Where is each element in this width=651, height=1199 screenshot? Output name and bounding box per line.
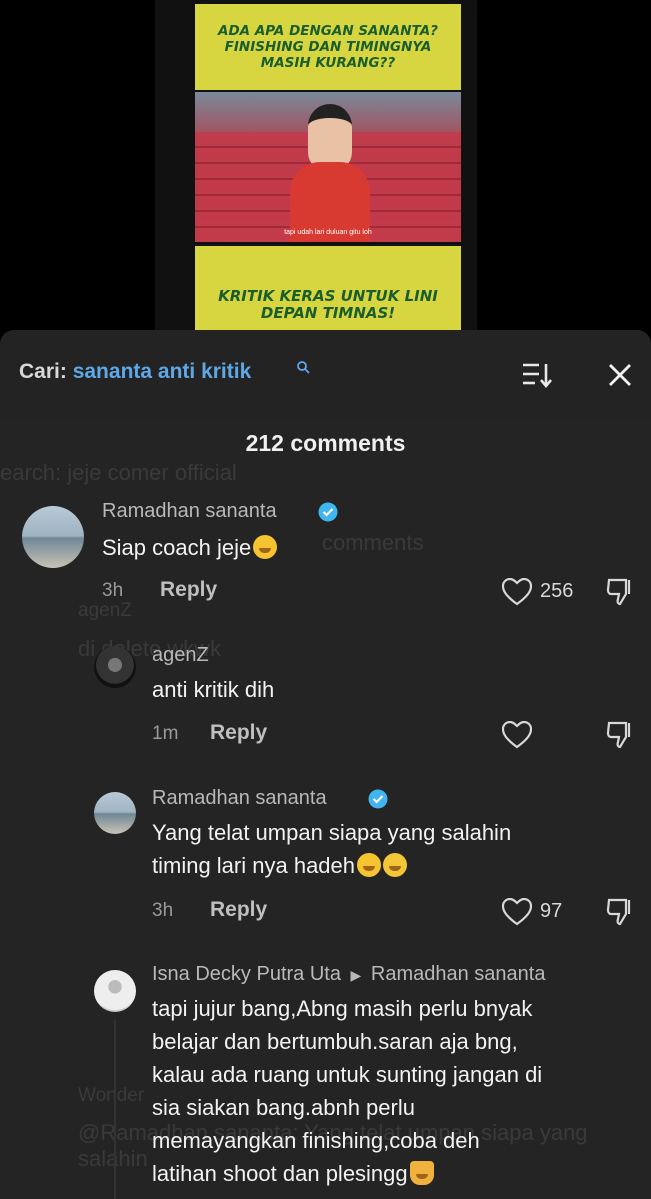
ghost-search: earch: jeje comer official	[0, 460, 237, 485]
comment-text: Siap coach jeje	[102, 531, 278, 564]
heart-icon[interactable]	[502, 898, 532, 926]
search-bar[interactable]: Cari: sananta anti kritik	[0, 330, 651, 418]
comment-username[interactable]: Isna Decky Putra Uta ▶ Ramadhan sananta	[152, 963, 545, 986]
video-banner-bottom: KRITIK KERAS UNTUK LINI DEPAN TIMNAS!	[195, 246, 461, 330]
comment-username[interactable]: agenZ	[152, 644, 209, 667]
video-preview[interactable]: ADA APA DENGAN SANANTA? FINISHING DAN TI…	[155, 0, 477, 330]
reply-button[interactable]: Reply	[210, 898, 267, 922]
ghost-user: agenZ	[78, 600, 132, 621]
dislike-icon[interactable]	[606, 719, 636, 749]
thread-line	[114, 1020, 116, 1199]
banner-top-text: ADA APA DENGAN SANANTA? FINISHING DAN TI…	[218, 23, 438, 71]
presenter	[290, 104, 370, 242]
comment-username[interactable]: Ramadhan sananta	[152, 787, 327, 810]
comments-count: 212 comments	[245, 430, 406, 456]
reply-button[interactable]: Reply	[210, 721, 267, 745]
search-prefix: Cari:	[19, 360, 67, 383]
like-count: 256	[540, 580, 574, 602]
comment-time: 3h	[102, 580, 124, 601]
dislike-icon[interactable]	[606, 576, 636, 606]
laugh-emoji-icon	[383, 853, 408, 877]
sort-icon[interactable]	[521, 360, 553, 390]
comment-text: Yang telat umpan siapa yang salahin timi…	[152, 820, 512, 878]
smile-emoji-icon	[253, 535, 278, 559]
comment-text: tapi jujur bang,Abng masih perlu bnyak b…	[152, 996, 543, 1186]
heart-icon[interactable]	[502, 721, 532, 749]
avatar[interactable]	[94, 646, 136, 688]
banner-bottom-text: KRITIK KERAS UNTUK LINI DEPAN TIMNAS!	[218, 287, 438, 322]
ghost-user-2: Wonder	[78, 1085, 145, 1106]
reply-to-username[interactable]: Ramadhan sananta	[371, 963, 546, 985]
verified-badge-icon	[368, 789, 388, 809]
video-subtitle: tapi udah lari duluan gitu loh	[284, 229, 372, 236]
dislike-icon[interactable]	[606, 896, 636, 926]
avatar[interactable]	[22, 506, 84, 568]
avatar[interactable]	[94, 792, 136, 834]
ghost-count: comments	[322, 530, 424, 555]
search-label[interactable]: Cari: sananta anti kritik	[19, 360, 251, 384]
comment-time: 1m	[152, 723, 179, 744]
comments-sheet: Cari: sananta anti kritik 212 comments e…	[0, 330, 651, 1199]
like-count: 97	[540, 900, 563, 922]
pray-emoji-icon	[409, 1161, 434, 1185]
comment-text: anti kritik dih	[152, 677, 275, 702]
comment-time: 3h	[152, 900, 174, 921]
search-icon[interactable]	[296, 360, 310, 374]
comment-username[interactable]: Ramadhan sananta	[102, 500, 277, 523]
video-banner-top: ADA APA DENGAN SANANTA? FINISHING DAN TI…	[195, 4, 461, 90]
avatar[interactable]	[94, 970, 136, 1012]
reply-button[interactable]: Reply	[160, 578, 217, 602]
reply-arrow-icon: ▶	[350, 967, 362, 983]
search-query[interactable]: sananta anti kritik	[73, 360, 252, 383]
smile-emoji-icon	[357, 853, 382, 877]
close-icon[interactable]	[606, 361, 634, 389]
verified-badge-icon	[318, 502, 338, 522]
video-scene: tapi udah lari duluan gitu loh	[195, 92, 461, 242]
heart-icon[interactable]	[502, 578, 532, 606]
